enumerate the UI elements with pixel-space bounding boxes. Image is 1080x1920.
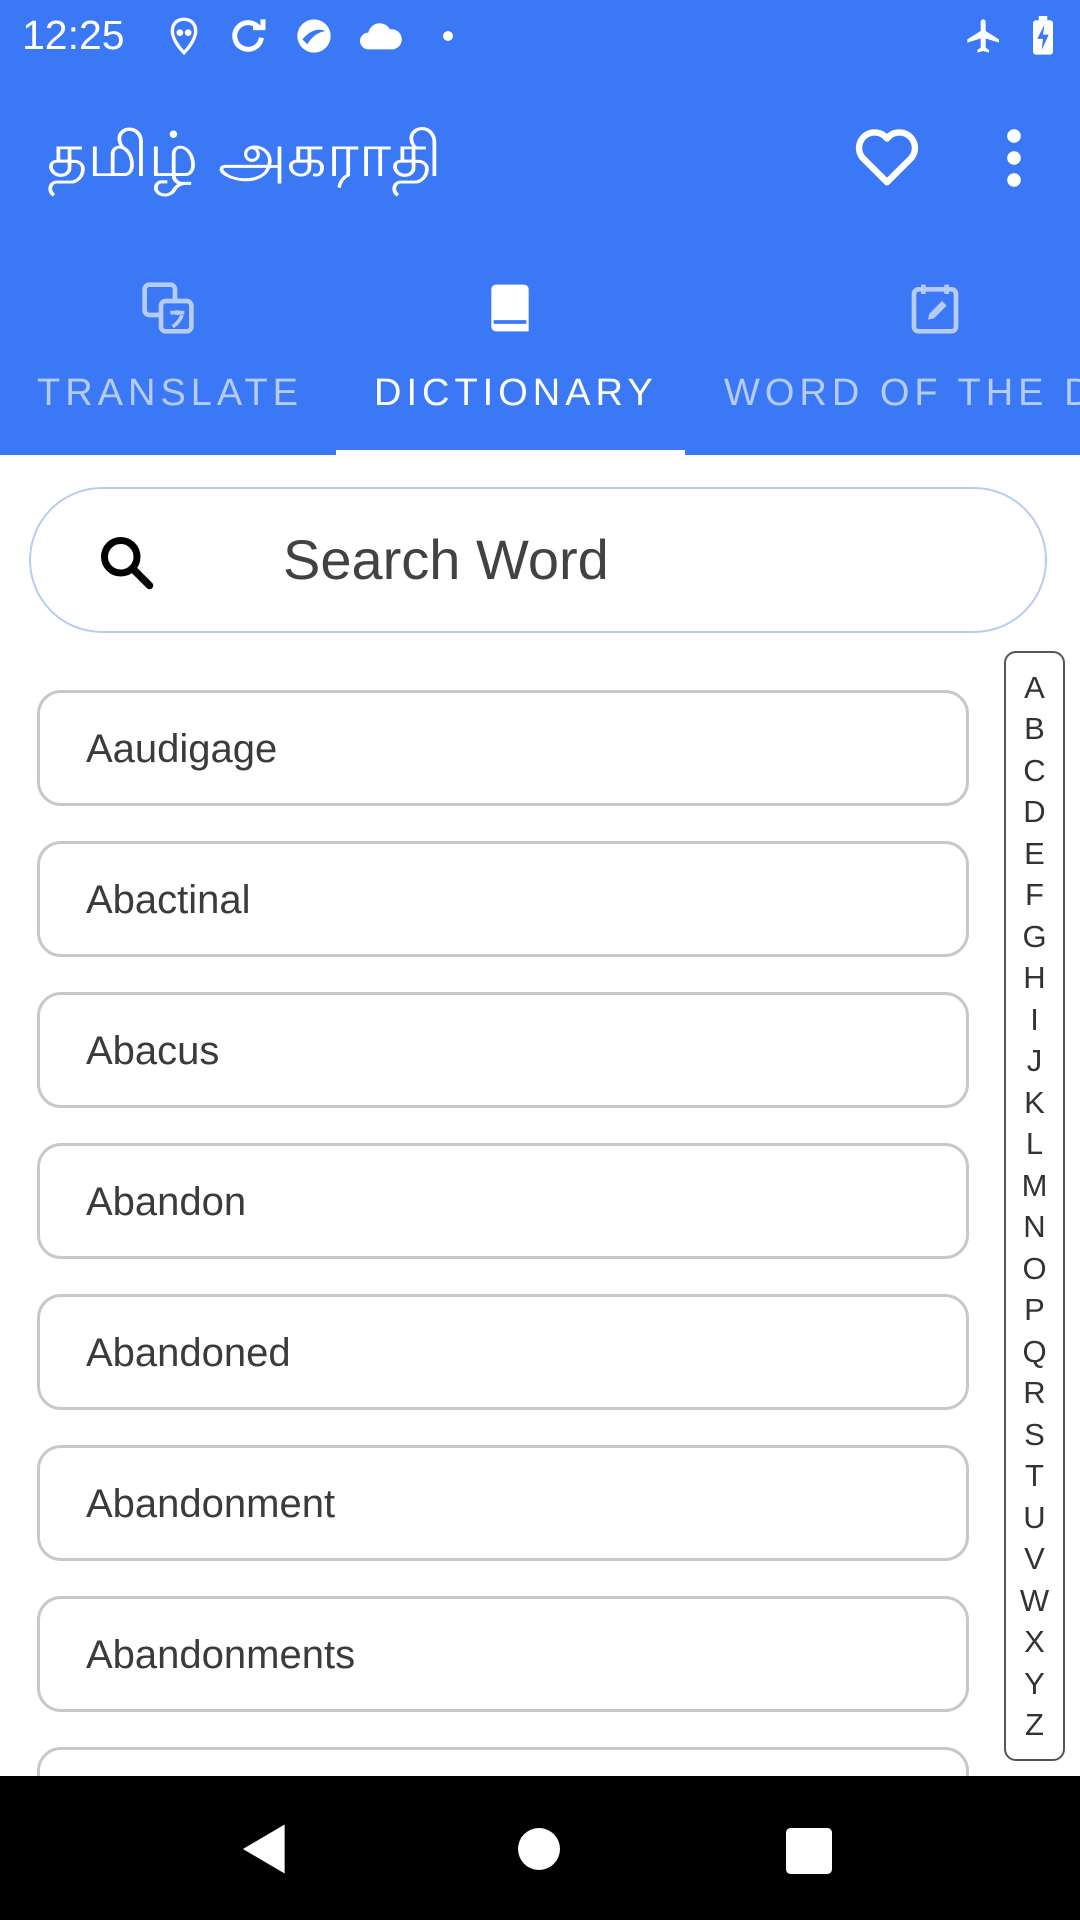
list-item[interactable]: Abactinal xyxy=(37,841,969,957)
tab-dictionary[interactable]: DICTIONARY xyxy=(336,270,685,455)
search-icon xyxy=(101,537,154,590)
index-letter-a[interactable]: A xyxy=(1006,670,1063,706)
word-label: Abandon xyxy=(86,1180,247,1224)
index-letter-q[interactable]: Q xyxy=(1006,1334,1063,1370)
tab-indicator xyxy=(336,450,685,456)
heart-outline-icon[interactable] xyxy=(852,124,922,188)
status-bar: 12:25 xyxy=(0,0,1080,75)
index-letter-w[interactable]: W xyxy=(1006,1583,1063,1619)
index-letter-l[interactable]: L xyxy=(1006,1126,1063,1162)
index-letter-c[interactable]: C xyxy=(1006,753,1063,789)
word-label: Abandonment xyxy=(86,1482,336,1526)
alphabet-index[interactable]: A B C D E F G H I J K L M N O P Q R S T … xyxy=(1004,651,1065,1761)
word-label: Aaudigage xyxy=(86,727,278,771)
translate-icon xyxy=(142,282,194,334)
index-letter-r[interactable]: R xyxy=(1006,1375,1063,1411)
word-label: Abandoned xyxy=(86,1331,291,1375)
word-label: Abactinal xyxy=(86,878,251,922)
battery-charging-icon xyxy=(1033,16,1053,55)
index-letter-n[interactable]: N xyxy=(1006,1209,1063,1245)
recents-square-icon[interactable] xyxy=(786,1828,832,1874)
more-vert-icon[interactable] xyxy=(992,128,1036,188)
airplane-mode-icon xyxy=(967,19,999,53)
calendar-edit-icon xyxy=(911,284,959,334)
index-letter-i[interactable]: I xyxy=(1006,1002,1063,1038)
cloud-icon xyxy=(360,23,402,50)
index-letter-h[interactable]: H xyxy=(1006,960,1063,996)
dot-icon xyxy=(443,31,453,41)
tab-label: TRANSLATE xyxy=(37,372,304,414)
search-placeholder[interactable]: Search Word xyxy=(283,527,609,592)
alien-notification-icon xyxy=(170,17,198,56)
list-item[interactable]: Abandon xyxy=(37,1143,969,1259)
word-list: Aaudigage Abactinal Abacus Abandon Aband… xyxy=(0,690,980,1776)
index-letter-s[interactable]: S xyxy=(1006,1417,1063,1453)
list-item[interactable]: Abandonment xyxy=(37,1445,969,1561)
list-item[interactable]: Abacus xyxy=(37,992,969,1108)
tab-translate[interactable]: TRANSLATE xyxy=(0,270,336,455)
index-letter-o[interactable]: O xyxy=(1006,1251,1063,1287)
app-title: தமிழ் அகராதி xyxy=(47,118,442,191)
vpn-app-icon xyxy=(297,19,331,53)
list-item[interactable]: Abandonments xyxy=(37,1596,969,1712)
index-letter-k[interactable]: K xyxy=(1006,1085,1063,1121)
index-letter-e[interactable]: E xyxy=(1006,836,1063,872)
index-letter-z[interactable]: Z xyxy=(1006,1707,1063,1743)
index-letter-v[interactable]: V xyxy=(1006,1541,1063,1577)
system-nav-bar xyxy=(0,1776,1080,1920)
list-item[interactable]: Aaudigage xyxy=(37,690,969,806)
index-letter-t[interactable]: T xyxy=(1006,1458,1063,1494)
index-letter-x[interactable]: X xyxy=(1006,1624,1063,1660)
tab-bar: TRANSLATE DICTIONARY WORD OF THE D xyxy=(0,270,1080,455)
home-circle-icon[interactable] xyxy=(518,1828,560,1870)
word-label: Abandonments xyxy=(86,1633,356,1677)
index-letter-g[interactable]: G xyxy=(1006,919,1063,955)
list-item[interactable] xyxy=(37,1747,969,1776)
sync-icon xyxy=(232,19,266,52)
tab-word-of-the-day[interactable]: WORD OF THE D xyxy=(685,270,1080,455)
search-field[interactable]: Search Word xyxy=(29,487,1047,633)
tab-label: DICTIONARY xyxy=(374,372,658,414)
index-letter-p[interactable]: P xyxy=(1006,1292,1063,1328)
index-letter-f[interactable]: F xyxy=(1006,877,1063,913)
back-triangle-icon[interactable] xyxy=(240,1822,290,1876)
app-bar: 12:25 தமிழ் அகராதி TRANSLATE DICTIONARY … xyxy=(0,0,1080,456)
status-time: 12:25 xyxy=(22,12,125,58)
list-item[interactable]: Abandoned xyxy=(37,1294,969,1410)
tab-label: WORD OF THE D xyxy=(724,372,1080,414)
index-letter-u[interactable]: U xyxy=(1006,1500,1063,1536)
index-letter-d[interactable]: D xyxy=(1006,794,1063,830)
book-icon xyxy=(491,284,529,332)
word-label: Abacus xyxy=(86,1029,220,1073)
index-letter-b[interactable]: B xyxy=(1006,711,1063,747)
index-letter-y[interactable]: Y xyxy=(1006,1666,1063,1702)
index-letter-j[interactable]: J xyxy=(1006,1043,1063,1079)
index-letter-m[interactable]: M xyxy=(1006,1168,1063,1204)
